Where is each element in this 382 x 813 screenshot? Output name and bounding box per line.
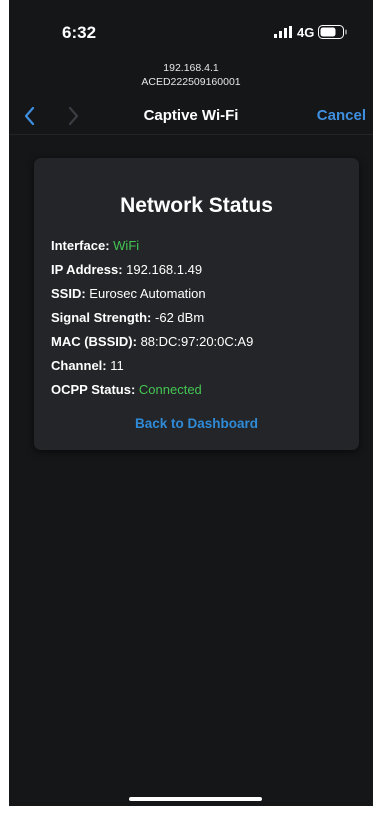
row-label: Signal Strength: (51, 310, 152, 325)
row-value: WiFi (113, 238, 140, 253)
row-value: -62 dBm (155, 310, 205, 325)
status-row-mac: MAC (BSSID): 88:DC:97:20:0C:A9 (51, 330, 351, 354)
status-row-signal-strength: Signal Strength: -62 dBm (51, 306, 351, 330)
status-row-channel: Channel: 11 (51, 354, 351, 378)
home-indicator[interactable] (129, 797, 262, 801)
battery-icon (318, 25, 347, 39)
row-label: IP Address: (51, 262, 123, 277)
status-bar: 6:32 4G (9, 0, 373, 52)
row-value: Connected (138, 382, 202, 397)
status-row-ip-address: IP Address: 192.168.1.49 (51, 258, 351, 282)
row-label: MAC (BSSID): (51, 334, 137, 349)
phone-screen: 6:32 4G 192.168.4.1 ACED222509160001 Cap… (9, 0, 373, 806)
url-header: 192.168.4.1 ACED222509160001 (9, 61, 373, 89)
row-value: 11 (110, 358, 124, 373)
row-label: SSID: (51, 286, 86, 301)
status-row-ssid: SSID: Eurosec Automation (51, 282, 351, 306)
signal-icon (274, 26, 292, 38)
cancel-button[interactable]: Cancel (317, 107, 366, 124)
device-id: ACED222509160001 (141, 76, 241, 88)
status-time: 6:32 (62, 23, 97, 42)
row-label: Channel: (51, 358, 107, 373)
status-row-interface: Interface: WiFi (51, 234, 351, 258)
status-rows: Interface: WiFi IP Address: 192.168.1.49… (51, 234, 351, 402)
row-value: 192.168.1.49 (126, 262, 203, 277)
row-label: OCPP Status: (51, 382, 136, 397)
network-type: 4G (297, 25, 315, 40)
host-address: 192.168.4.1 (163, 62, 219, 74)
navigation-bar: Captive Wi-Fi Cancel (9, 98, 373, 135)
row-value: Eurosec Automation (89, 286, 206, 301)
network-status-card: Network Status Interface: WiFi IP Addres… (34, 158, 359, 450)
status-row-ocpp: OCPP Status: Connected (51, 378, 351, 402)
card-title: Network Status (120, 194, 273, 217)
back-to-dashboard-link[interactable]: Back to Dashboard (34, 416, 359, 431)
row-value: 88:DC:97:20:0C:A9 (140, 334, 254, 349)
row-label: Interface: (51, 238, 110, 253)
